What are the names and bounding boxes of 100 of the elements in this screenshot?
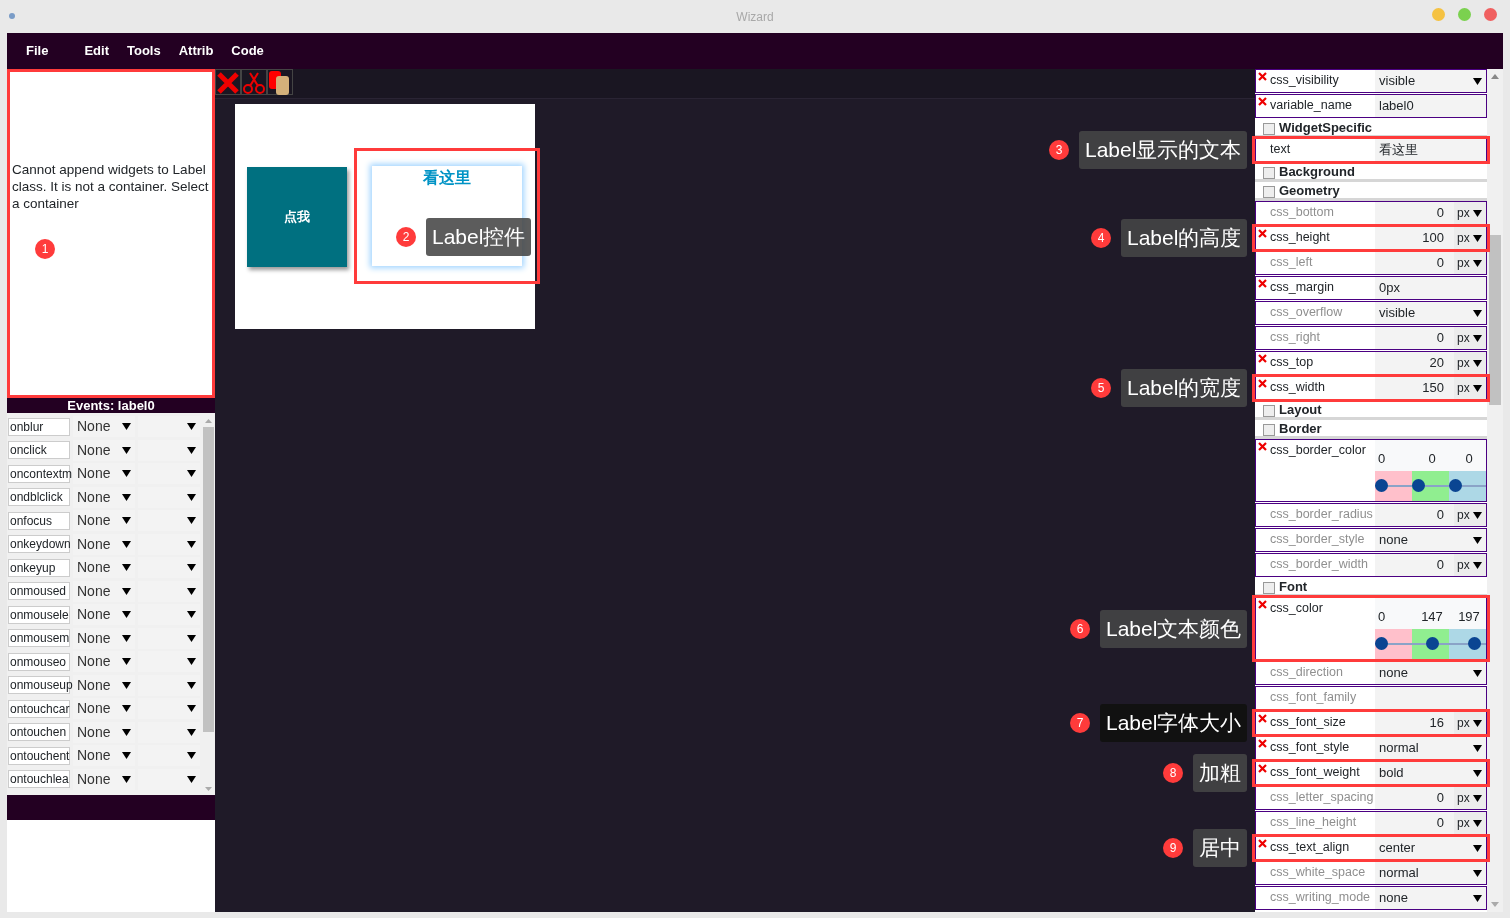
property-field[interactable]: 0 xyxy=(1375,812,1454,834)
slider-thumb[interactable] xyxy=(1449,479,1462,492)
unit-dropdown[interactable]: px xyxy=(1454,712,1486,734)
remove-icon[interactable] xyxy=(1258,764,1267,773)
property-field[interactable]: 0 xyxy=(1375,787,1454,809)
collapse-toggle[interactable] xyxy=(1263,167,1275,179)
unit-dropdown[interactable]: px xyxy=(1454,227,1486,249)
remove-icon[interactable] xyxy=(1258,839,1267,848)
property-field[interactable]: 0 xyxy=(1375,202,1454,224)
event-name-field[interactable]: onmoused xyxy=(8,582,70,601)
property-dropdown[interactable]: none xyxy=(1375,662,1486,684)
remove-icon[interactable] xyxy=(1258,739,1267,748)
slider-thumb[interactable] xyxy=(1412,479,1425,492)
property-field[interactable]: 0 xyxy=(1375,554,1454,576)
property-field[interactable]: 0 xyxy=(1375,252,1454,274)
property-field[interactable]: 100 xyxy=(1375,227,1454,249)
collapse-toggle[interactable] xyxy=(1263,582,1275,594)
scrollbar[interactable] xyxy=(1487,69,1503,912)
unit-dropdown[interactable]: px xyxy=(1454,554,1486,576)
collapse-toggle[interactable] xyxy=(1263,405,1275,417)
property-dropdown[interactable]: visible xyxy=(1375,302,1486,324)
caret-icon xyxy=(122,658,131,666)
close-button[interactable] xyxy=(1484,8,1497,21)
slider-thumb[interactable] xyxy=(1425,637,1439,650)
unit-dropdown[interactable]: px xyxy=(1454,812,1486,834)
event-name-field[interactable]: onblur xyxy=(8,417,70,436)
remove-icon[interactable] xyxy=(1258,97,1267,106)
remove-icon[interactable] xyxy=(1258,379,1267,388)
caret-icon xyxy=(1473,794,1482,802)
caret-icon xyxy=(187,587,196,595)
menu-item[interactable]: Edit xyxy=(84,41,109,61)
scroll-thumb[interactable] xyxy=(1489,235,1501,405)
unit-dropdown[interactable]: px xyxy=(1454,377,1486,399)
remove-icon[interactable] xyxy=(1258,354,1267,363)
canvas-button[interactable]: 点我 xyxy=(247,167,347,267)
menu-item[interactable]: Attrib xyxy=(178,41,214,61)
property-field[interactable]: 20 xyxy=(1375,352,1454,374)
menu-item[interactable]: File xyxy=(26,41,49,61)
property-field[interactable] xyxy=(1375,687,1486,709)
event-name-field[interactable]: onmouseup xyxy=(8,676,70,695)
property-field[interactable]: 0 xyxy=(1375,504,1454,526)
event-name-field[interactable]: onkeydown xyxy=(8,535,70,554)
event-name-field[interactable]: onfocus xyxy=(8,511,70,530)
event-name-field[interactable]: ontouchent xyxy=(8,746,70,765)
remove-icon[interactable] xyxy=(1258,229,1267,238)
unit-dropdown[interactable]: px xyxy=(1454,787,1486,809)
property-dropdown[interactable]: none xyxy=(1375,529,1486,551)
event-name-field[interactable]: onclick xyxy=(8,441,70,460)
unit-dropdown[interactable]: px xyxy=(1454,327,1486,349)
cut-tool[interactable] xyxy=(241,69,267,95)
slider-thumb[interactable] xyxy=(1375,637,1388,650)
collapse-toggle[interactable] xyxy=(1263,424,1275,436)
slider-thumb[interactable] xyxy=(1467,637,1481,650)
event-name-field[interactable]: oncontextm xyxy=(8,464,70,483)
remove-icon[interactable] xyxy=(1258,600,1267,609)
caret-icon xyxy=(1473,536,1482,544)
scroll-thumb[interactable] xyxy=(203,427,214,732)
unit-dropdown[interactable]: px xyxy=(1454,352,1486,374)
unit-dropdown[interactable]: px xyxy=(1454,202,1486,224)
event-name-field[interactable]: ontouchcar xyxy=(8,699,70,718)
menu-item[interactable]: Code xyxy=(231,41,264,61)
unit-dropdown[interactable]: px xyxy=(1454,504,1486,526)
property-dropdown[interactable]: center xyxy=(1375,837,1486,859)
property-field[interactable]: 0 xyxy=(1375,327,1454,349)
caret-icon xyxy=(1473,894,1482,902)
collapse-toggle[interactable] xyxy=(1263,186,1275,198)
delete-tool[interactable] xyxy=(215,69,241,95)
property-dropdown[interactable]: normal xyxy=(1375,737,1486,759)
caret-icon xyxy=(1473,359,1482,367)
event-name-field[interactable]: ondblclick xyxy=(8,488,70,507)
unit-dropdown[interactable]: px xyxy=(1454,252,1486,274)
property-field[interactable]: label0 xyxy=(1375,95,1486,117)
event-name-field[interactable]: onmousem xyxy=(8,629,70,648)
property-field[interactable]: 16 xyxy=(1375,712,1454,734)
property-dropdown[interactable]: visible xyxy=(1375,70,1486,92)
clipboard-icon xyxy=(268,70,292,95)
property-field[interactable]: 看这里 xyxy=(1375,139,1486,161)
event-name-field[interactable]: ontouchen xyxy=(8,723,70,742)
callout-tooltip: Label的高度 xyxy=(1121,219,1248,257)
callout-tooltip: 加粗 xyxy=(1193,754,1247,792)
paste-tool[interactable] xyxy=(267,69,293,95)
property-field[interactable]: 150 xyxy=(1375,377,1454,399)
remove-icon[interactable] xyxy=(1258,279,1267,288)
property-field[interactable]: 0px xyxy=(1375,277,1486,299)
collapse-toggle[interactable] xyxy=(1263,123,1275,135)
property-dropdown[interactable]: none xyxy=(1375,887,1486,909)
property-name: css_width xyxy=(1270,380,1325,394)
caret-icon xyxy=(1473,561,1482,569)
event-name-field[interactable]: onmousele xyxy=(8,605,70,624)
event-name-field[interactable]: onmouseo xyxy=(8,652,70,671)
slider-thumb[interactable] xyxy=(1375,479,1388,492)
remove-icon[interactable] xyxy=(1258,714,1267,723)
event-name-field[interactable]: onkeyup xyxy=(8,558,70,577)
menu-item[interactable]: Tools xyxy=(126,41,161,61)
remove-icon[interactable] xyxy=(1258,442,1267,451)
caret-icon xyxy=(1473,259,1482,267)
property-dropdown[interactable]: normal xyxy=(1375,862,1486,884)
event-name-field[interactable]: ontouchlea xyxy=(8,770,70,789)
remove-icon[interactable] xyxy=(1258,72,1267,81)
property-dropdown[interactable]: bold xyxy=(1375,762,1486,784)
